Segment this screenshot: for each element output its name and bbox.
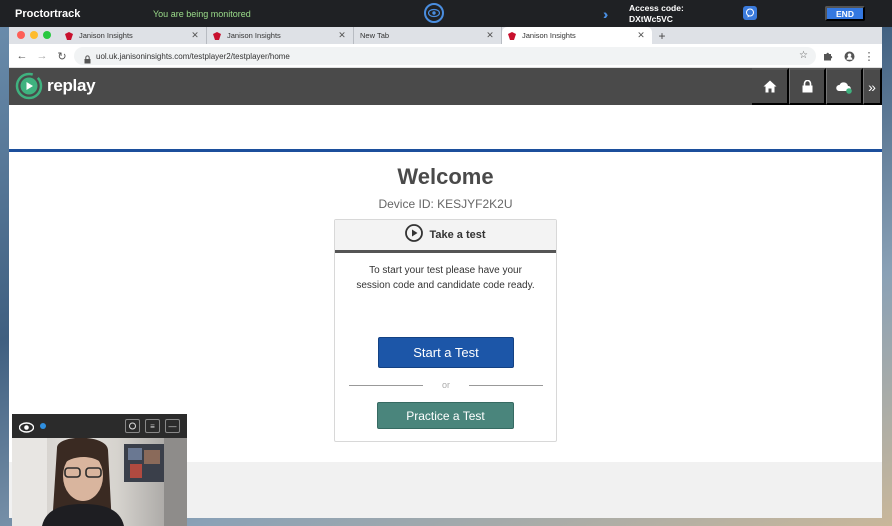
back-arrow-icon[interactable]: ← [15,49,29,63]
tab-label: Janison Insights [522,31,576,40]
replay-logo-icon [15,72,43,100]
proctortrack-brand: Proctortrack [15,8,81,20]
close-tab-icon[interactable]: ✕ [485,30,495,41]
divider-line [469,385,543,386]
accent-line [9,149,882,152]
eye-icon[interactable] [424,3,444,23]
close-window-button[interactable] [17,31,25,39]
reload-icon[interactable]: ↻ [55,49,69,63]
tab-label: Janison Insights [227,31,281,40]
or-divider: or [349,380,543,392]
cloud-status-button[interactable] [826,68,863,105]
monitoring-status: You are being monitored [153,9,251,19]
chat-icon[interactable] [743,6,757,20]
access-code: Access code: DXtWc5VC [629,3,684,25]
card-header: Take a test [335,220,556,253]
double-chevron-right-icon[interactable]: ›› [603,6,610,22]
tab-strip: Janison Insights ✕ Janison Insights ✕ Ne… [9,27,882,44]
card-instructions: To start your test please have your sess… [335,263,556,293]
tab-label: New Tab [360,31,390,40]
cloud-icon [836,81,852,94]
padlock-icon [802,80,812,93]
minimize-window-button[interactable] [30,31,38,39]
double-chevron-icon[interactable]: » [863,68,882,105]
maximize-window-button[interactable] [43,31,51,39]
access-code-value: DXtWc5VC [629,14,673,24]
browser-tab-active[interactable]: Janison Insights ✕ [502,27,652,44]
take-test-card: Take a test To start your test please ha… [334,219,557,442]
browser-tab[interactable]: Janison Insights ✕ [207,27,354,44]
janison-favicon-icon [65,31,73,40]
browser-toolbar: ← → ↻ uol.uk.janisoninsights.com/testpla… [9,44,882,68]
url-text: uol.uk.janisoninsights.com/testplayer2/t… [96,52,290,61]
browser-tab[interactable]: Janison Insights ✕ [59,27,207,44]
play-circle-icon [405,223,424,247]
star-icon[interactable]: ☆ [799,50,808,61]
access-code-label: Access code: [629,3,684,13]
new-tab-icon[interactable]: + [656,27,668,44]
practice-test-button[interactable]: Practice a Test [377,402,514,429]
app-header: replay » [9,68,882,105]
janison-favicon-icon [213,31,221,40]
address-bar[interactable]: uol.uk.janisoninsights.com/testplayer2/t… [74,47,816,65]
start-test-button[interactable]: Start a Test [378,337,514,368]
webcam-widget: ≡ — [12,414,187,526]
browser-tab[interactable]: New Tab ✕ [354,27,502,44]
recording-indicator-icon [40,423,46,429]
eye-icon[interactable] [18,420,35,438]
close-tab-icon[interactable]: ✕ [636,30,646,41]
page-title: Welcome [397,164,494,189]
proctortrack-bar: Proctortrack You are being monitored ›› … [0,0,892,27]
kebab-menu-icon[interactable]: ⋮ [862,49,876,63]
lock-icon [84,51,91,69]
minimize-icon[interactable]: — [165,419,180,433]
forward-arrow-icon[interactable]: → [35,49,49,63]
puzzle-icon[interactable] [821,49,835,63]
chat-icon[interactable] [125,419,140,433]
profile-icon[interactable] [842,49,856,63]
webcam-feed [12,438,187,526]
janison-favicon-icon [508,31,516,40]
home-button[interactable] [752,68,789,105]
instructions-line: To start your test please have your [369,265,522,276]
webcam-image [12,438,187,526]
webcam-toolbar: ≡ — [12,414,187,438]
card-title: Take a test [429,229,486,241]
logo-text: replay [47,76,96,95]
close-tab-icon[interactable]: ✕ [190,30,200,41]
instructions-line: session code and candidate code ready. [356,280,535,291]
lock-button[interactable] [789,68,826,105]
end-button[interactable]: END [825,6,865,21]
home-icon [763,80,776,93]
device-id: Device ID: KESJYF2K2U [378,197,513,211]
menu-icon[interactable]: ≡ [145,419,160,433]
tab-label: Janison Insights [79,31,133,40]
close-tab-icon[interactable]: ✕ [337,30,347,41]
